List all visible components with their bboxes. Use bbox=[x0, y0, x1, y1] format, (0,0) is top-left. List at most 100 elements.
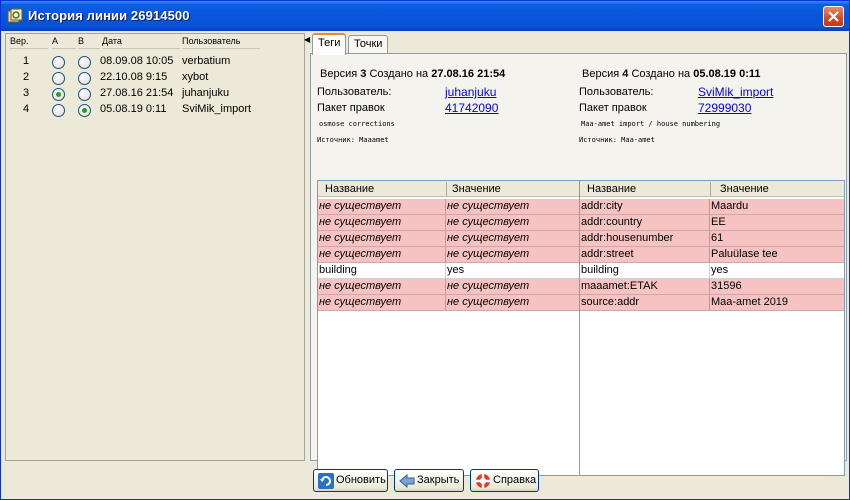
radio-a[interactable] bbox=[52, 72, 65, 85]
left-user-label: Пользователь: bbox=[317, 86, 392, 98]
tag-value: не существует bbox=[446, 199, 582, 215]
title-bar[interactable]: История линии 26914500 bbox=[1, 1, 849, 31]
left-changeset-link[interactable]: 41742090 bbox=[445, 101, 498, 115]
version-user: verbatium bbox=[182, 55, 231, 67]
tag-key: не существует bbox=[318, 247, 446, 263]
tag-row[interactable]: не существует не существует bbox=[318, 199, 582, 215]
help-button[interactable]: Справка bbox=[470, 469, 539, 492]
radio-b[interactable] bbox=[78, 104, 91, 117]
col-header-b[interactable]: B bbox=[78, 36, 100, 49]
version-user: SviMik_import bbox=[182, 103, 252, 115]
tag-key: addr:street bbox=[580, 247, 710, 263]
version-row[interactable]: 1 08.09.08 10:05 verbatium bbox=[6, 54, 304, 70]
tag-key: addr:city bbox=[580, 199, 710, 215]
tag-value: не существует bbox=[446, 215, 582, 231]
radio-b[interactable] bbox=[78, 72, 91, 85]
col-header-user[interactable]: Пользователь bbox=[182, 36, 260, 49]
versions-table-header: Вер. A B Дата Пользователь bbox=[6, 34, 304, 50]
col-header-a[interactable]: A bbox=[52, 36, 76, 49]
tag-key: не существует bbox=[318, 279, 446, 295]
tab-tags[interactable]: Теги bbox=[312, 33, 347, 55]
right-tags-table: Название Значение addr:city Maardu addr:c… bbox=[579, 180, 845, 476]
tag-row[interactable]: не существует не существует bbox=[318, 231, 582, 247]
left-tags-header: Название Значение bbox=[318, 181, 582, 197]
versions-table: Вер. A B Дата Пользователь 1 08.09.08 10… bbox=[5, 33, 305, 461]
col-header-ver[interactable]: Вер. bbox=[10, 36, 48, 49]
tag-key: не существует bbox=[318, 231, 446, 247]
version-user: xybot bbox=[182, 71, 209, 83]
close-icon bbox=[828, 11, 839, 22]
version-date: 27.08.16 21:54 bbox=[100, 87, 174, 99]
tag-row[interactable]: building yes bbox=[580, 263, 844, 279]
tag-row[interactable]: addr:street Paluülase tee bbox=[580, 247, 844, 263]
tag-key: addr:country bbox=[580, 215, 710, 231]
tag-key: addr:housenumber bbox=[580, 231, 710, 247]
col-header-date[interactable]: Дата bbox=[102, 36, 180, 49]
version-row[interactable]: 2 22.10.08 9:15 xybot bbox=[6, 70, 304, 86]
tag-value: не существует bbox=[446, 279, 582, 295]
tag-key: building bbox=[580, 263, 710, 279]
tag-key: не существует bbox=[318, 199, 446, 215]
tag-row[interactable]: addr:city Maardu bbox=[580, 199, 844, 215]
radio-b[interactable] bbox=[78, 88, 91, 101]
radio-a[interactable] bbox=[52, 104, 65, 117]
tag-value: не существует bbox=[446, 231, 582, 247]
refresh-button[interactable]: Обновить bbox=[313, 469, 388, 492]
tag-value: Maa-amet 2019 bbox=[710, 295, 844, 311]
radio-a[interactable] bbox=[52, 88, 65, 101]
version-date: 22.10.08 9:15 bbox=[100, 71, 168, 83]
version-user: juhanjuku bbox=[182, 87, 230, 99]
tag-value: 61 bbox=[710, 231, 844, 247]
close-button[interactable]: Закрыть bbox=[394, 469, 464, 492]
splitter-arrow-icon[interactable]: ◀ bbox=[304, 35, 310, 44]
version-number: 2 bbox=[23, 71, 30, 83]
comparison-pane: ◀ Теги Точки Версия 3 Создано на 27.08.1… bbox=[304, 33, 847, 476]
tag-row[interactable]: не существует не существует bbox=[318, 295, 582, 311]
exit-icon bbox=[399, 473, 415, 489]
tag-value: не существует bbox=[446, 247, 582, 263]
tag-value: yes bbox=[710, 263, 844, 279]
version-number: 3 bbox=[23, 87, 30, 99]
tag-row[interactable]: не существует не существует bbox=[318, 279, 582, 295]
col-header-value[interactable]: Значение bbox=[452, 183, 501, 195]
version-number: 4 bbox=[23, 103, 30, 115]
close-label: Закрыть bbox=[417, 474, 460, 486]
tag-row[interactable]: maaamet:ETAK 31596 bbox=[580, 279, 844, 295]
right-tags-header: Название Значение bbox=[580, 181, 844, 197]
right-source: Источник: Maa-amet bbox=[579, 136, 655, 144]
tab-nodes[interactable]: Точки bbox=[348, 35, 389, 54]
left-user-link[interactable]: juhanjuku bbox=[445, 85, 496, 99]
radio-a[interactable] bbox=[52, 56, 65, 69]
left-changeset-label: Пакет правок bbox=[317, 102, 385, 114]
right-user-link[interactable]: SviMik_import bbox=[698, 85, 773, 99]
version-row[interactable]: 4 05.08.19 0:11 SviMik_import bbox=[6, 102, 304, 118]
right-changeset-link[interactable]: 72999030 bbox=[698, 101, 751, 115]
lifebuoy-icon bbox=[476, 474, 490, 488]
close-window-button[interactable] bbox=[823, 6, 844, 27]
right-version-title: Версия 4 Создано на 05.08.19 0:11 bbox=[582, 68, 761, 80]
col-header-name[interactable]: Название bbox=[325, 183, 374, 195]
tags-tab-content: Версия 3 Создано на 27.08.16 21:54 Польз… bbox=[310, 53, 847, 476]
version-date: 08.09.08 10:05 bbox=[100, 55, 174, 67]
tag-row[interactable]: не существует не существует bbox=[318, 215, 582, 231]
history-window: История линии 26914500 Вер. A B Дата Пол… bbox=[0, 0, 850, 500]
left-source: Источник: Maaamet bbox=[317, 136, 389, 144]
tag-key: не существует bbox=[318, 215, 446, 231]
tag-row[interactable]: source:addr Maa-amet 2019 bbox=[580, 295, 844, 311]
left-tags-table: Название Значение не существует не сущест… bbox=[317, 180, 583, 476]
col-header-value[interactable]: Значение bbox=[720, 183, 769, 195]
version-row[interactable]: 3 27.08.16 21:54 juhanjuku bbox=[6, 86, 304, 102]
left-version-title: Версия 3 Создано на 27.08.16 21:54 bbox=[320, 68, 506, 80]
tag-value: Maardu bbox=[710, 199, 844, 215]
right-comment: Maa-amet import / house numbering bbox=[581, 120, 721, 128]
tag-value: yes bbox=[446, 263, 582, 279]
history-icon bbox=[7, 8, 23, 23]
tag-row[interactable]: addr:housenumber 61 bbox=[580, 231, 844, 247]
tag-row[interactable]: addr:country EE bbox=[580, 215, 844, 231]
radio-b[interactable] bbox=[78, 56, 91, 69]
tag-row[interactable]: building yes bbox=[318, 263, 582, 279]
col-header-name[interactable]: Название bbox=[587, 183, 636, 195]
refresh-icon bbox=[318, 473, 334, 489]
tag-row[interactable]: не существует не существует bbox=[318, 247, 582, 263]
right-changeset-label: Пакет правок bbox=[579, 102, 647, 114]
